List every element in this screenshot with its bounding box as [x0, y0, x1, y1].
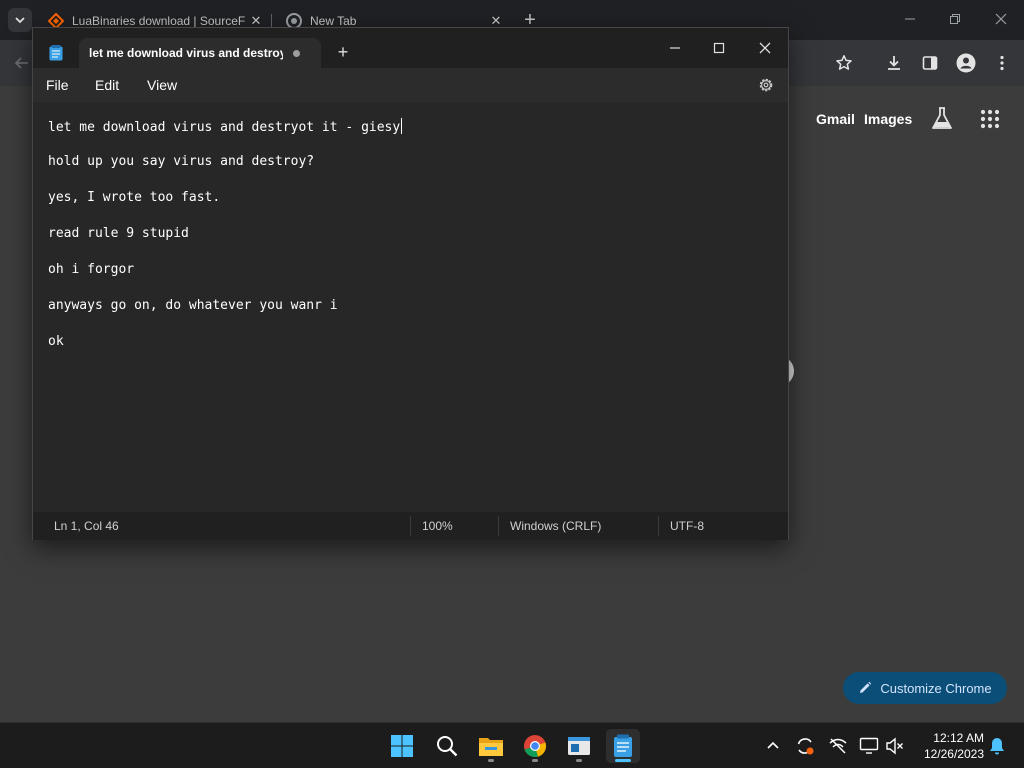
notepad-menubar: File Edit View [33, 68, 788, 102]
chrome-tab-title: LuaBinaries download | SourceF [72, 14, 246, 28]
chrome-labs-flask-icon[interactable] [930, 106, 954, 132]
text-line-4: read rule 9 stupid [48, 226, 189, 241]
restore-icon[interactable] [940, 8, 970, 32]
menu-file[interactable]: File [46, 77, 69, 93]
text-line-5: oh i forgor [48, 262, 135, 277]
taskbar-search-button[interactable] [430, 729, 464, 763]
images-link[interactable]: Images [864, 111, 912, 127]
network-disconnected-icon[interactable] [827, 735, 849, 757]
text-line-3: yes, I wrote too fast. [48, 190, 221, 205]
tab-divider [271, 14, 272, 28]
settings-gear-icon[interactable] [757, 76, 775, 94]
running-indicator [532, 759, 538, 762]
cursor-position: Ln 1, Col 46 [54, 519, 119, 533]
text-line-1: let me download virus and destryot it - … [48, 118, 403, 135]
file-explorer-button[interactable] [474, 729, 508, 763]
running-indicator [576, 759, 582, 762]
notepad-new-tab-button[interactable]: + [333, 42, 353, 62]
chrome-taskbar-button[interactable] [518, 729, 552, 763]
volume-muted-icon[interactable] [884, 735, 906, 757]
windows-taskbar: 12:12 AM 12/26/2023 [0, 722, 1024, 768]
windows-start-icon [391, 735, 413, 757]
app-window-icon [568, 737, 590, 755]
notepad-tab-title: let me download virus and destroyt it - … [89, 46, 283, 60]
notification-bell-icon[interactable] [986, 735, 1008, 757]
back-arrow-icon[interactable] [10, 51, 34, 75]
status-divider [658, 516, 659, 536]
text-line-content: let me download virus and destryot it - … [48, 120, 401, 135]
line-ending: Windows (CRLF) [510, 519, 602, 533]
customize-chrome-button[interactable]: Customize Chrome [843, 672, 1007, 704]
notepad-icon [614, 734, 632, 757]
active-indicator [615, 759, 631, 762]
maximize-icon[interactable] [703, 34, 735, 62]
display-icon[interactable] [858, 735, 880, 757]
clock-date: 12/26/2023 [923, 747, 984, 761]
text-line-7: ok [48, 334, 64, 349]
notepad-status-bar: Ln 1, Col 46 100% Windows (CRLF) UTF-8 [33, 512, 788, 540]
text-line-2: hold up you say virus and destroy? [48, 154, 315, 169]
customize-chrome-label: Customize Chrome [880, 680, 992, 696]
download-icon[interactable] [882, 51, 906, 75]
minimize-icon[interactable] [659, 34, 691, 62]
start-button[interactable] [385, 729, 419, 763]
minimize-icon[interactable] [895, 8, 925, 32]
chevron-down-icon [15, 17, 25, 24]
file-explorer-icon [479, 738, 503, 756]
notepad-tab[interactable]: let me download virus and destroyt it - … [79, 38, 321, 68]
menu-edit[interactable]: Edit [95, 77, 119, 93]
search-icon [437, 736, 458, 757]
chrome-icon [524, 735, 547, 758]
pencil-icon [860, 681, 872, 693]
gmail-link[interactable]: Gmail [816, 111, 855, 127]
tab-search-button[interactable] [8, 8, 32, 32]
app-window-button[interactable] [562, 729, 596, 763]
close-window-icon[interactable] [986, 8, 1016, 32]
bookmark-star-icon[interactable] [832, 51, 856, 75]
text-line-6: anyways go on, do whatever you wanr i [48, 298, 338, 313]
status-divider [498, 516, 499, 536]
chrome-tab-title: New Tab [310, 14, 357, 28]
unsaved-dot-icon[interactable] [293, 50, 300, 57]
notepad-window: let me download virus and destroyt it - … [32, 27, 789, 540]
notepad-taskbar-button[interactable] [606, 729, 640, 763]
text-caret [401, 118, 403, 134]
notepad-app-icon [49, 45, 63, 61]
notepad-text-editor[interactable]: let me download virus and destryot it - … [33, 102, 788, 512]
menu-view[interactable]: View [147, 77, 177, 93]
taskbar-clock[interactable]: 12:12 AM 12/26/2023 [912, 730, 984, 762]
running-indicator [488, 759, 494, 762]
update-sync-icon[interactable] [794, 735, 816, 757]
zoom-level: 100% [422, 519, 453, 533]
notepad-titlebar[interactable]: let me download virus and destroyt it - … [33, 28, 788, 68]
google-apps-grid-icon[interactable] [980, 109, 1000, 129]
encoding: UTF-8 [670, 519, 704, 533]
status-divider [410, 516, 411, 536]
clock-time: 12:12 AM [933, 731, 984, 745]
close-icon[interactable] [749, 34, 781, 62]
show-hidden-icons-chevron-up-icon[interactable] [762, 735, 784, 757]
profile-avatar-icon[interactable] [954, 51, 978, 75]
side-panel-icon[interactable] [918, 51, 942, 75]
chrome-menu-icon[interactable] [990, 51, 1014, 75]
